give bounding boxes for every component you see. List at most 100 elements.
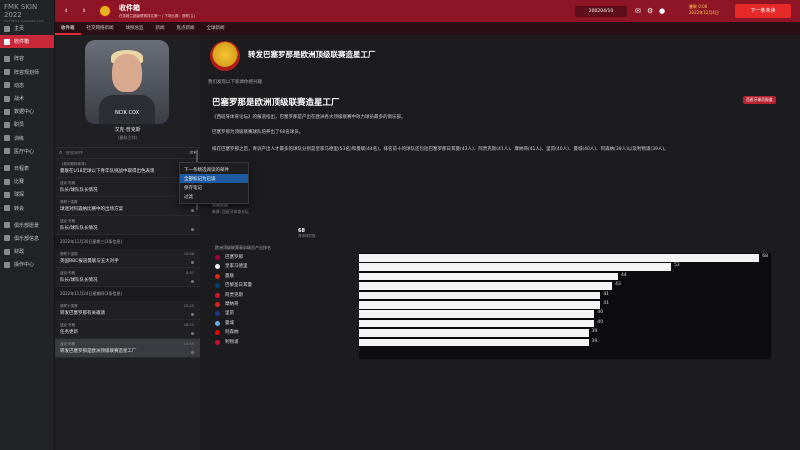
chart-bar xyxy=(359,282,613,290)
nav-item-8[interactable]: 训练 xyxy=(0,132,54,145)
manager-name[interactable]: 汉克·普克斯 xyxy=(55,126,200,133)
search-box[interactable]: 200204/10 xyxy=(575,6,627,17)
tab-3[interactable]: 新闻 xyxy=(150,22,171,35)
chart-bar xyxy=(359,263,671,271)
chart-value-label: 43 xyxy=(615,282,621,288)
article-badge[interactable]: 西班牙球员报道 xyxy=(743,96,776,104)
nav-item-label: 阵容规划师 xyxy=(14,69,40,76)
tactics-icon xyxy=(4,95,10,102)
bar-chart: 巴塞罗那 68 皇家马德里 53 曼联 44 巴黎圣日耳曼 43 阿贾克斯 41 摩纳哥 41 里昂 40… xyxy=(200,250,800,450)
top-bar: ‹ › 收件箱 在英格兰超级联赛排名第一 | 下场比赛：曼联(主) 200204… xyxy=(55,0,800,22)
tab-2[interactable]: 球探总监 xyxy=(120,22,150,35)
chart-category-label[interactable]: 阿森纳 xyxy=(225,329,239,335)
app-subtitle: FOOTBALL MANAGER 2022 xyxy=(4,19,45,23)
context-menu-item[interactable]: 保存笔记 xyxy=(180,183,248,192)
chart-category-label[interactable]: 曼联 xyxy=(225,273,234,279)
nav-item-5[interactable]: 战术 xyxy=(0,92,54,105)
avatar[interactable]: NCIK COX xyxy=(85,40,169,124)
list-item[interactable]: 迪克·布朗 队长/球队队长情况 xyxy=(55,216,200,235)
nav-item-label: 操作中心 xyxy=(14,262,35,269)
chart-value-label: 41 xyxy=(603,301,610,306)
chart-bar xyxy=(359,272,618,281)
info-icon xyxy=(4,235,10,242)
tab-1[interactable]: 社交网络新闻 xyxy=(81,22,120,35)
chart-bar xyxy=(359,301,601,309)
message-subject: 队长/球队队长情况 xyxy=(60,188,98,193)
tab-4[interactable]: 焦点新闻 xyxy=(171,22,201,35)
context-menu-item[interactable]: 下一条精选阅读的邮件 xyxy=(180,165,248,174)
nav-item-14[interactable]: 俱乐部愿景 xyxy=(0,219,54,232)
page-subtitle: 在英格兰超级联赛排名第一 | 下场比赛：曼联(主) xyxy=(119,14,196,18)
club-badge-icon xyxy=(215,273,220,279)
tab-0[interactable]: 收件箱 xyxy=(55,22,81,35)
training-icon xyxy=(4,135,10,142)
nav-item-2[interactable]: 阵容 xyxy=(0,52,54,65)
tab-5[interactable]: 全球新闻 xyxy=(201,22,231,35)
message-time: 10:08 xyxy=(183,252,194,256)
nav-item-0[interactable]: 主页 xyxy=(0,22,54,35)
back-icon[interactable]: ‹ xyxy=(59,4,73,18)
message-sender: 曼联十强赛 xyxy=(60,200,78,204)
finance-icon xyxy=(4,248,10,255)
nav-item-12[interactable]: 球探 xyxy=(0,188,54,201)
nav-item-3[interactable]: 阵容规划师 xyxy=(0,66,54,79)
nav-item-4[interactable]: 动态 xyxy=(0,79,54,92)
context-menu-item[interactable]: 过滤 xyxy=(180,192,248,201)
chart-category-label[interactable]: 皇家马德里 xyxy=(225,263,248,269)
read-status-icon xyxy=(191,313,194,316)
chart-bar xyxy=(359,319,595,328)
list-item[interactable]: 迪克·布朗 任务更新 16:55 xyxy=(55,320,200,339)
chart-bar xyxy=(359,329,589,337)
search-input[interactable] xyxy=(65,150,166,156)
chart-row: 巴黎圣日耳曼 43 xyxy=(200,281,800,290)
message-icon[interactable]: ✉ xyxy=(635,7,643,15)
forward-icon[interactable]: › xyxy=(77,4,91,18)
chart-category-label[interactable]: 巴黎圣日耳曼 xyxy=(225,282,252,288)
manager-role: (曼联主帅) xyxy=(117,135,138,140)
settings-icon[interactable]: ⚙ xyxy=(647,7,655,15)
nav-item-11[interactable]: 比赛 xyxy=(0,175,54,188)
inbox-tabs: 收件箱 社交网络新闻 球探总监 新闻 焦点新闻 全球新闻 xyxy=(55,22,800,35)
nav-item-9[interactable]: 医疗中心 xyxy=(0,145,54,158)
avatar-tag: NCIK COX xyxy=(114,110,140,116)
nav-item-1[interactable]: 收件箱 xyxy=(0,35,54,49)
date-group-header: 2022年11月30日星期三(3条信息) xyxy=(55,235,200,249)
message-subject: 任务更新 xyxy=(60,330,78,335)
list-item[interactable]: 迪克·布朗 转发巴塞罗那是欧洲顶级联赛造星工厂 14:55 xyxy=(55,339,200,358)
nav-item-7[interactable]: 职员 xyxy=(0,118,54,131)
squad-icon xyxy=(4,55,10,62)
list-item[interactable]: 曼联十强赛 英国BBC报道曼联与五大对手 10:08 xyxy=(55,249,200,268)
nav-item-6[interactable]: 数据中心 xyxy=(0,105,54,118)
chart-category-label[interactable]: 曼城 xyxy=(225,320,234,326)
nav-item-13[interactable]: 转会 xyxy=(0,201,54,214)
filter-menu-icon[interactable]: ≡▾ xyxy=(189,150,196,156)
nav-item-16[interactable]: 财政 xyxy=(0,245,54,258)
chart-category-label[interactable]: 巴塞罗那 xyxy=(225,254,243,260)
message-subject: 曼联在U18足球以下青年队挑战中取得出色表现 xyxy=(60,169,155,174)
chart-row: 皇家马德里 53 xyxy=(200,262,800,271)
club-crest-icon[interactable] xyxy=(99,5,111,17)
chart-category-label[interactable]: 利物浦 xyxy=(225,339,239,345)
read-status-icon xyxy=(191,209,194,212)
chart-category-label[interactable]: 阿贾克斯 xyxy=(225,292,243,298)
list-item[interactable]: 曼联十强赛 转发巴塞罗那有关邀请 20:45 xyxy=(55,301,200,320)
nav-item-label: 医疗中心 xyxy=(14,148,35,155)
date-group-header: 2022年11月24日星期四(3条信息) xyxy=(55,287,200,301)
message-sender: 迪克·布朗 xyxy=(60,342,76,346)
nav-item-15[interactable]: 俱乐部信息 xyxy=(0,232,54,245)
chart-bar xyxy=(359,254,760,262)
continue-button[interactable]: 下一条未读 xyxy=(735,4,791,18)
nav-item-17[interactable]: 操作中心 xyxy=(0,258,54,271)
stat-number-label: 青训球员数 xyxy=(298,234,316,238)
nav-item-10[interactable]: 日程表 xyxy=(0,162,54,175)
chart-category-label[interactable]: 里昂 xyxy=(225,310,234,316)
context-menu-item[interactable]: 全部标记为已读 xyxy=(180,174,248,183)
message-subject: 转发巴塞罗那有关邀请 xyxy=(60,311,105,316)
chart-row: 曼联 44 xyxy=(200,272,800,281)
chart-row: 利物浦 39 xyxy=(200,338,800,347)
notification-icon[interactable]: ● xyxy=(659,7,667,15)
nav-item-label: 训练 xyxy=(14,135,25,142)
message-sender: 迪克·布朗 xyxy=(60,181,76,185)
chart-category-label[interactable]: 摩纳哥 xyxy=(225,301,239,307)
list-item[interactable]: 迪克·布朗 队长/球队队长情况 8:57 xyxy=(55,268,200,287)
